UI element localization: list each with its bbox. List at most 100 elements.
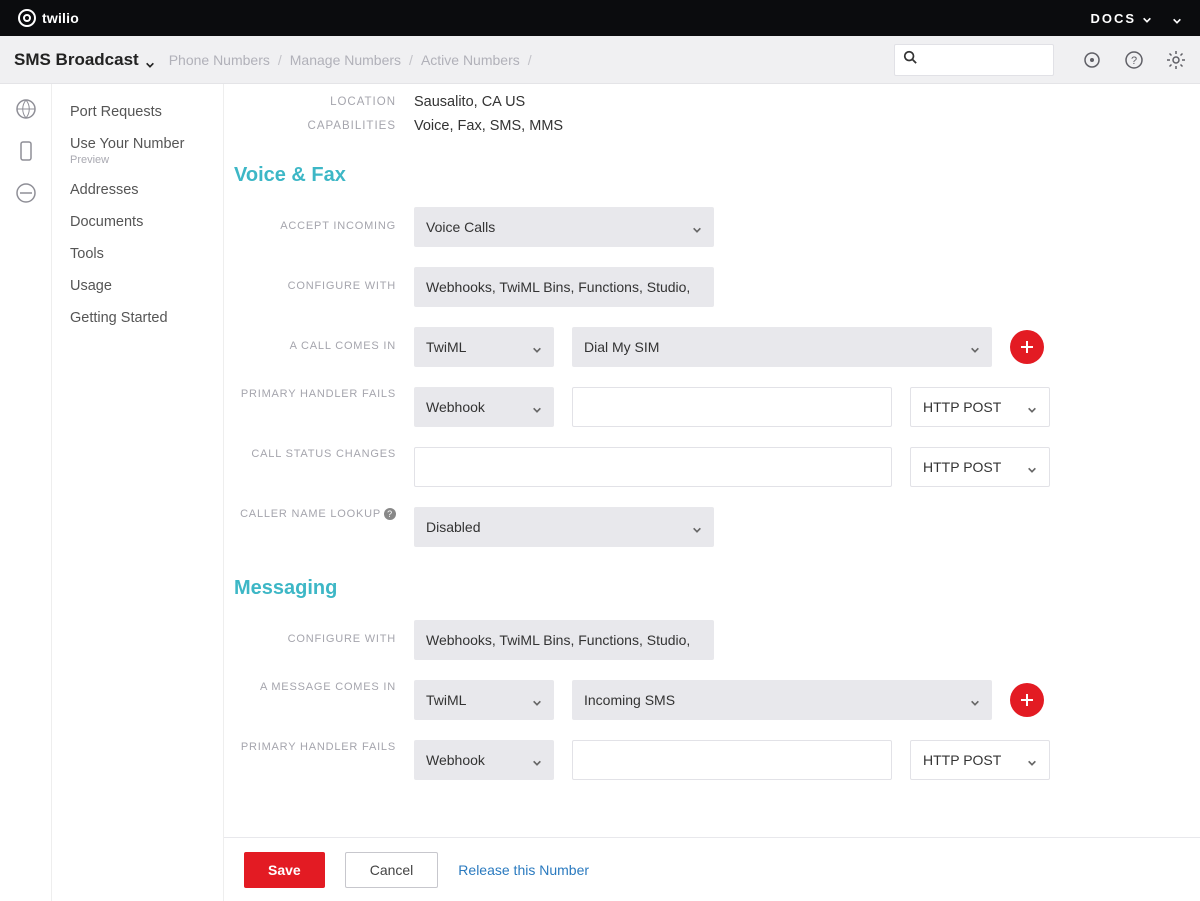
sidebar-item-getting-started[interactable]: Getting Started [52,302,223,334]
select-value: TwiML [426,692,466,708]
select-value: Incoming SMS [584,692,675,708]
select-value: HTTP POST [923,459,1001,475]
docs-label: DOCS [1090,11,1136,26]
search-box[interactable] [894,44,1054,76]
main-content: LOCATION Sausalito, CA US CAPABILITIES V… [224,84,1200,901]
chevron-down-icon [692,522,702,532]
subbar: SMS Broadcast Phone Numbers / Manage Num… [0,36,1200,84]
section-voice-fax-title: Voice & Fax [234,164,1160,187]
help-icon[interactable]: ? [384,508,396,520]
call-comes-in-value-select[interactable]: Dial My SIM [572,327,992,367]
location-label: LOCATION [234,94,414,108]
sidebar-item-port-requests[interactable]: Port Requests [52,96,223,128]
msg-configure-with-select[interactable]: Webhooks, TwiML Bins, Functions, Studio, [414,620,714,660]
breadcrumb-sep: / [278,52,282,68]
call-comes-in-type-select[interactable]: TwiML [414,327,554,367]
chevron-down-icon [532,342,542,352]
chevron-down-icon [1142,13,1152,23]
accept-incoming-select[interactable]: Voice Calls [414,207,714,247]
select-value: Webhook [426,752,485,768]
project-selector[interactable]: SMS Broadcast [14,50,155,70]
gear-icon[interactable] [1166,50,1186,70]
cancel-button[interactable]: Cancel [345,852,439,888]
primary-handler-fails-label: PRIMARY HANDLER FAILS [234,387,414,402]
select-value: Disabled [426,519,480,535]
breadcrumb-item[interactable]: Active Numbers [421,52,520,68]
sidebar-item-addresses[interactable]: Addresses [52,174,223,206]
caller-name-lookup-select[interactable]: Disabled [414,507,714,547]
select-value: Webhooks, TwiML Bins, Functions, Studio, [426,632,690,648]
section-messaging-title: Messaging [234,577,1160,600]
caller-name-lookup-label: CALLER NAME LOOKUP? [234,507,414,522]
location-value: Sausalito, CA US [414,94,525,110]
topbar: twilio DOCS [0,0,1200,36]
select-value: Voice Calls [426,219,495,235]
help-icon[interactable]: ? [1124,50,1144,70]
msg-configure-with-label: CONFIGURE WITH [234,632,414,647]
chevron-down-icon [532,755,542,765]
configure-with-select[interactable]: Webhooks, TwiML Bins, Functions, Studio, [414,267,714,307]
sim-icon[interactable] [15,182,37,204]
add-message-handler-button[interactable] [1010,683,1044,717]
select-value: Webhooks, TwiML Bins, Functions, Studio, [426,279,690,295]
msg-primary-handler-url-input[interactable] [572,740,892,780]
breadcrumb-item[interactable]: Manage Numbers [290,52,401,68]
release-number-link[interactable]: Release this Number [458,862,589,878]
debugger-icon[interactable] [1082,50,1102,70]
twilio-logo-icon [18,9,36,27]
accept-incoming-label: ACCEPT INCOMING [234,219,414,234]
select-value: Dial My SIM [584,339,659,355]
call-status-url-input[interactable] [414,447,892,487]
sidebar-item-tools[interactable]: Tools [52,238,223,270]
call-status-changes-label: CALL STATUS CHANGES [234,447,414,462]
select-value: Webhook [426,399,485,415]
chevron-down-icon [145,55,155,65]
a-call-comes-in-label: A CALL COMES IN [234,339,414,354]
sidebar: Port Requests Use Your Number Preview Ad… [52,84,224,901]
primary-handler-method-select[interactable]: HTTP POST [910,387,1050,427]
primary-handler-type-select[interactable]: Webhook [414,387,554,427]
chevron-down-icon [1027,402,1037,412]
search-input[interactable] [923,52,1045,67]
select-value: TwiML [426,339,466,355]
home-icon[interactable] [15,98,37,120]
chevron-down-icon [692,222,702,232]
msg-comes-in-type-select[interactable]: TwiML [414,680,554,720]
docs-menu[interactable]: DOCS [1090,11,1152,26]
capabilities-value: Voice, Fax, SMS, MMS [414,118,563,134]
chevron-down-icon [532,402,542,412]
msg-primary-handler-type-select[interactable]: Webhook [414,740,554,780]
chevron-down-icon [970,695,980,705]
account-menu-chevron-icon[interactable] [1172,13,1182,23]
breadcrumb-sep: / [528,52,532,68]
phone-numbers-icon[interactable] [15,140,37,162]
msg-comes-in-value-select[interactable]: Incoming SMS [572,680,992,720]
chevron-down-icon [1027,755,1037,765]
configure-with-label: CONFIGURE WITH [234,279,414,294]
sidebar-item-preview-badge: Preview [52,154,223,174]
search-icon [903,50,917,69]
brand-text: twilio [42,10,79,26]
brand[interactable]: twilio [18,9,79,27]
call-status-method-select[interactable]: HTTP POST [910,447,1050,487]
chevron-down-icon [970,342,980,352]
project-name: SMS Broadcast [14,50,139,70]
breadcrumb-item[interactable]: Phone Numbers [169,52,270,68]
msg-primary-handler-method-select[interactable]: HTTP POST [910,740,1050,780]
capabilities-label: CAPABILITIES [234,118,414,132]
chevron-down-icon [532,695,542,705]
add-call-handler-button[interactable] [1010,330,1044,364]
sidebar-item-documents[interactable]: Documents [52,206,223,238]
footer-actions: Save Cancel Release this Number [224,837,1200,901]
save-button[interactable]: Save [244,852,325,888]
svg-text:?: ? [1131,55,1137,67]
sidebar-item-usage[interactable]: Usage [52,270,223,302]
nav-rail [0,84,52,901]
chevron-down-icon [1027,462,1037,472]
breadcrumb-sep: / [409,52,413,68]
primary-handler-url-input[interactable] [572,387,892,427]
select-value: HTTP POST [923,399,1001,415]
breadcrumb: Phone Numbers / Manage Numbers / Active … [169,52,880,68]
a-message-comes-in-label: A MESSAGE COMES IN [234,680,414,695]
msg-primary-handler-fails-label: PRIMARY HANDLER FAILS [234,740,414,755]
